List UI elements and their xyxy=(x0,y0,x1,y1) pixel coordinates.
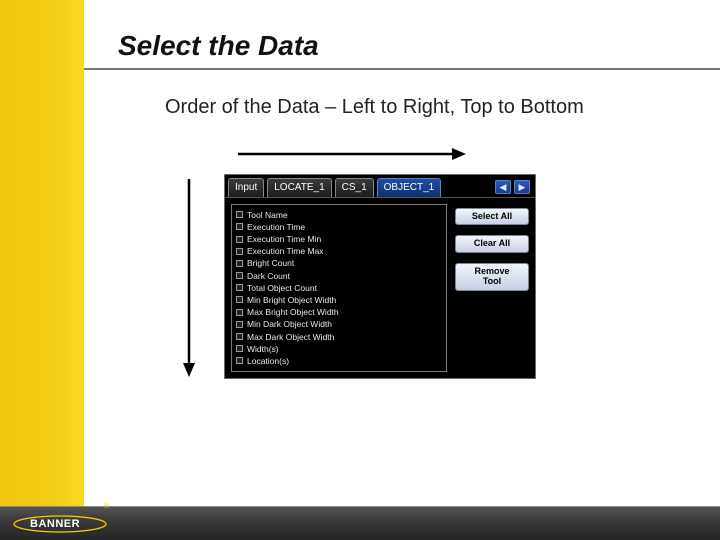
list-item[interactable]: Max Dark Object Width xyxy=(236,330,442,342)
tab-spacer xyxy=(444,178,492,197)
checkbox-icon[interactable] xyxy=(236,284,243,291)
slide-subtitle: Order of the Data – Left to Right, Top t… xyxy=(165,96,584,119)
checkbox-icon[interactable] xyxy=(236,260,243,267)
checkbox-icon[interactable] xyxy=(236,309,243,316)
list-item-label: Execution Time xyxy=(247,222,305,232)
side-button-column: Select All Clear All Remove Tool xyxy=(455,204,529,372)
checkbox-icon[interactable] xyxy=(236,357,243,364)
list-item[interactable]: Width(s) xyxy=(236,343,442,355)
brand-text: BANNER xyxy=(30,518,80,530)
list-item[interactable]: Total Object Count xyxy=(236,282,442,294)
list-item-label: Execution Time Max xyxy=(247,246,324,256)
list-item[interactable]: Execution Time xyxy=(236,221,442,233)
checkbox-icon[interactable] xyxy=(236,211,243,218)
list-item[interactable]: Bright Count xyxy=(236,257,442,269)
list-item[interactable]: Execution Time Min xyxy=(236,233,442,245)
checkbox-icon[interactable] xyxy=(236,248,243,255)
list-item[interactable]: Min Bright Object Width xyxy=(236,294,442,306)
heading-underline xyxy=(84,68,720,70)
nav-next-button[interactable]: ▶ xyxy=(514,180,530,194)
list-item-label: Max Bright Object Width xyxy=(247,307,339,317)
list-item[interactable]: Dark Count xyxy=(236,270,442,282)
list-item-label: Location(s) xyxy=(247,356,289,366)
brand-logo: BANNER ® xyxy=(12,514,108,534)
tab-cs-1[interactable]: CS_1 xyxy=(335,178,374,197)
list-item-label: Bright Count xyxy=(247,258,294,268)
checkbox-icon[interactable] xyxy=(236,345,243,352)
data-select-panel: Input LOCATE_1 CS_1 OBJECT_1 ◀ ▶ Tool Na… xyxy=(224,174,536,379)
checkbox-icon[interactable] xyxy=(236,296,243,303)
tab-bar: Input LOCATE_1 CS_1 OBJECT_1 ◀ ▶ xyxy=(225,175,535,197)
list-item-label: Max Dark Object Width xyxy=(247,332,334,342)
list-item-label: Min Dark Object Width xyxy=(247,319,332,329)
checkbox-icon[interactable] xyxy=(236,223,243,230)
tab-locate-1[interactable]: LOCATE_1 xyxy=(267,178,331,197)
checkbox-icon[interactable] xyxy=(236,321,243,328)
list-item[interactable]: Tool Name xyxy=(236,209,442,221)
list-item[interactable]: Location(s) xyxy=(236,355,442,367)
list-item-label: Min Bright Object Width xyxy=(247,295,336,305)
clear-all-button[interactable]: Clear All xyxy=(455,235,529,253)
panel-body: Tool Name Execution Time Execution Time Mi… xyxy=(225,197,535,378)
list-item[interactable]: Execution Time Max xyxy=(236,245,442,257)
footer-bar: BANNER ® xyxy=(0,506,720,540)
heading-area: Select the Data xyxy=(118,30,680,62)
trademark-icon: ® xyxy=(104,503,109,510)
list-item-label: Tool Name xyxy=(247,210,288,220)
horizontal-arrow-icon xyxy=(236,145,466,163)
list-item-label: Width(s) xyxy=(247,344,279,354)
tab-object-1[interactable]: OBJECT_1 xyxy=(377,178,442,197)
tab-nav-buttons: ◀ ▶ xyxy=(495,178,532,197)
list-item-label: Execution Time Min xyxy=(247,234,321,244)
tab-input[interactable]: Input xyxy=(228,178,264,197)
list-item-label: Dark Count xyxy=(247,271,290,281)
checkbox-icon[interactable] xyxy=(236,272,243,279)
field-checklist: Tool Name Execution Time Execution Time Mi… xyxy=(231,204,447,372)
select-all-button[interactable]: Select All xyxy=(455,208,529,226)
checkbox-icon[interactable] xyxy=(236,333,243,340)
slide-title: Select the Data xyxy=(118,30,680,62)
list-item[interactable]: Min Dark Object Width xyxy=(236,318,442,330)
vertical-arrow-icon xyxy=(180,177,198,377)
list-item[interactable]: Max Bright Object Width xyxy=(236,306,442,318)
list-item-label: Total Object Count xyxy=(247,283,317,293)
remove-tool-button[interactable]: Remove Tool xyxy=(455,263,529,291)
checkbox-icon[interactable] xyxy=(236,236,243,243)
left-accent-band xyxy=(0,0,84,540)
nav-prev-button[interactable]: ◀ xyxy=(495,180,511,194)
